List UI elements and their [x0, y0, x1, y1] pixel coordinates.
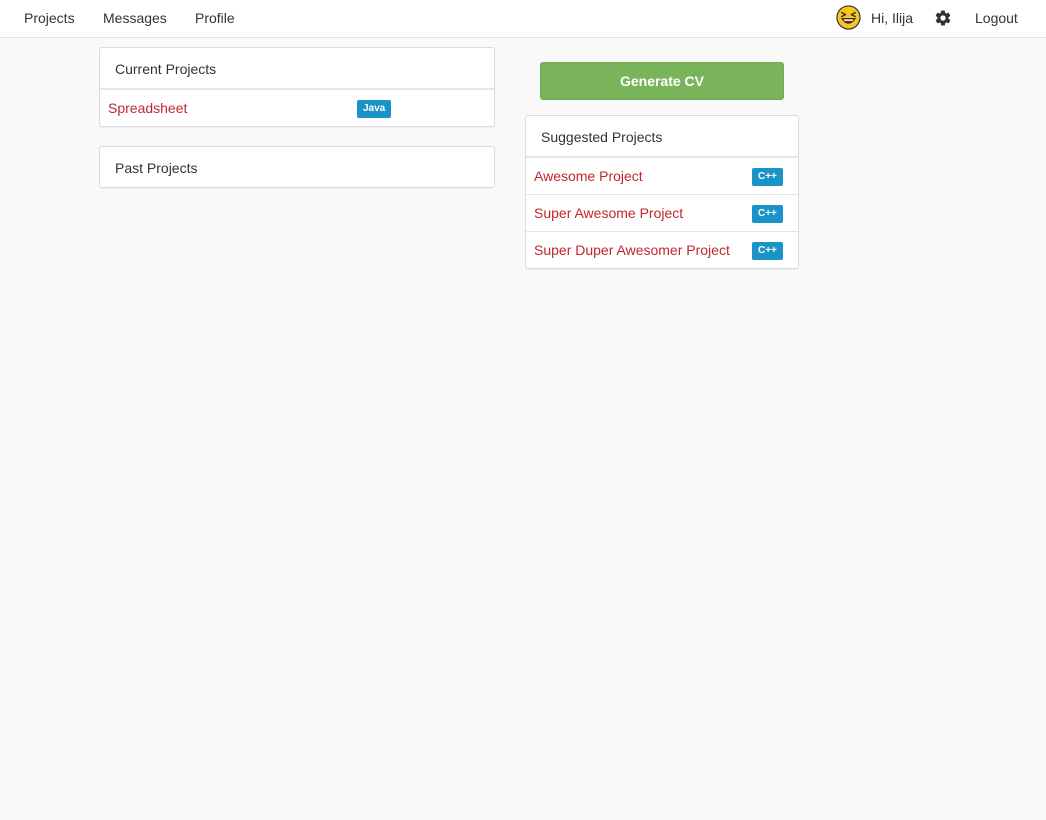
- generate-cv-button[interactable]: Generate CV: [540, 62, 784, 100]
- suggested-projects-heading: Suggested Projects: [526, 116, 798, 157]
- current-projects-panel: Current Projects Spreadsheet Java: [99, 47, 495, 127]
- language-badge: C++: [752, 168, 783, 186]
- project-link-spreadsheet[interactable]: Spreadsheet: [108, 100, 187, 116]
- past-projects-heading: Past Projects: [115, 160, 198, 176]
- nav-messages-link[interactable]: Messages: [103, 10, 167, 26]
- past-projects-panel: Past Projects: [99, 146, 495, 188]
- user-greeting: Hi, Ilija: [871, 10, 914, 26]
- project-link-super-duper-awesomer[interactable]: Super Duper Awesomer Project: [534, 242, 730, 258]
- project-link-awesome[interactable]: Awesome Project: [534, 168, 643, 184]
- nav-profile-link[interactable]: Profile: [195, 10, 235, 26]
- language-badge: C++: [752, 205, 783, 223]
- list-item: Awesome Project C++: [526, 157, 798, 194]
- project-link-super-awesome[interactable]: Super Awesome Project: [534, 205, 683, 221]
- language-badge: Java: [357, 100, 392, 118]
- list-item: Super Awesome Project C++: [526, 194, 798, 231]
- logout-link[interactable]: Logout: [975, 10, 1018, 26]
- nav-projects-link[interactable]: Projects: [24, 10, 75, 26]
- gear-icon[interactable]: [934, 9, 952, 27]
- suggested-projects-panel: Suggested Projects Awesome Project C++ S…: [525, 115, 799, 269]
- current-projects-heading: Current Projects: [100, 48, 494, 89]
- avatar-laughing-face-icon[interactable]: [836, 5, 861, 30]
- list-item: Super Duper Awesomer Project C++: [526, 231, 798, 268]
- top-navbar: Projects Messages Profile Hi, Ilija Logo…: [0, 0, 1046, 38]
- language-badge: C++: [752, 242, 783, 260]
- list-item: Spreadsheet Java: [100, 89, 494, 126]
